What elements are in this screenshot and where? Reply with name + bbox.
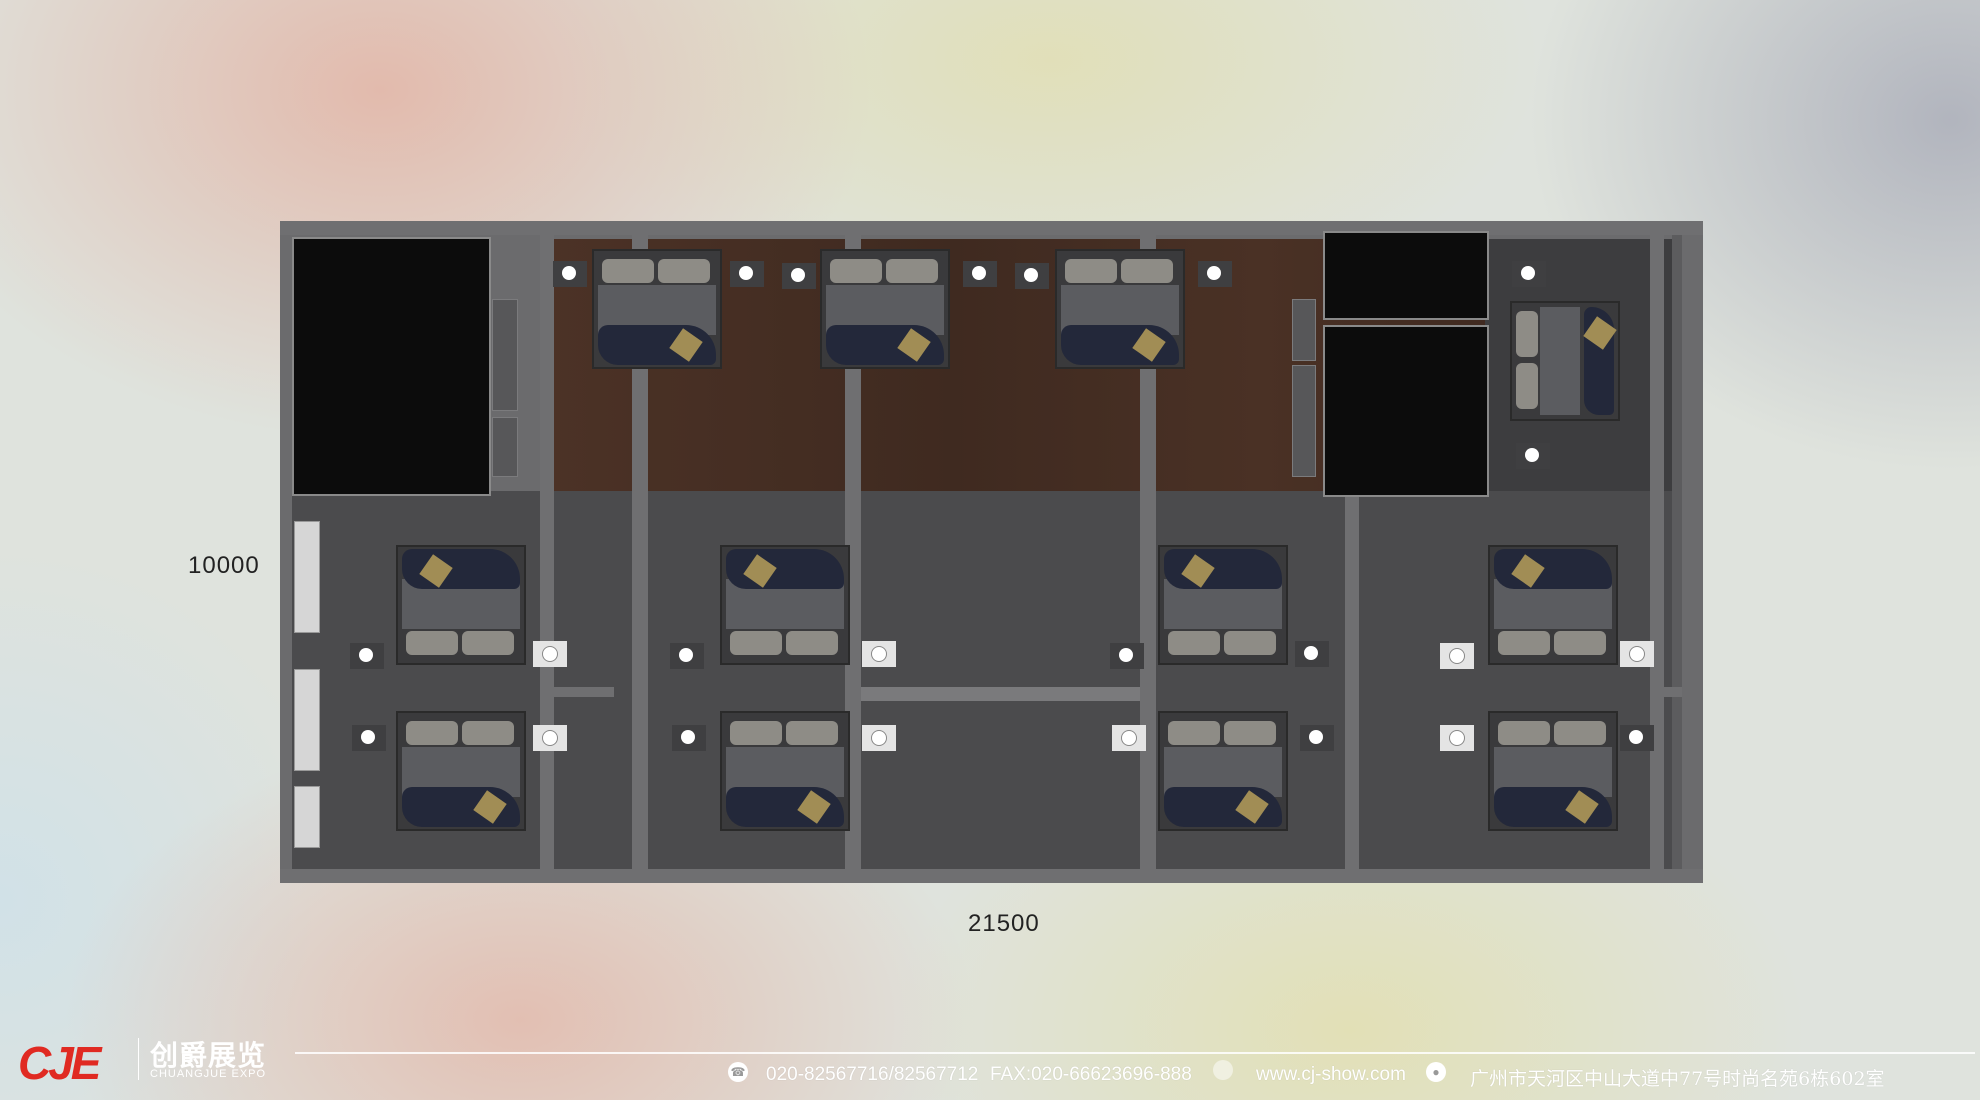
lamp — [1512, 261, 1546, 287]
bed — [396, 545, 526, 665]
lamp — [1198, 261, 1232, 287]
bed — [1055, 249, 1185, 369]
footer-website[interactable]: www.cj-show.com — [1256, 1064, 1406, 1086]
lamp — [782, 263, 816, 289]
lamp — [1112, 725, 1146, 751]
width-dimension-label: 21500 — [968, 910, 1040, 937]
lamp — [1620, 641, 1654, 667]
bed — [720, 711, 850, 831]
footer-divider — [295, 1052, 1975, 1054]
lamp — [1300, 725, 1334, 751]
wall-top — [280, 221, 1703, 235]
lamp — [350, 643, 384, 669]
lamp — [352, 725, 386, 751]
lamp — [553, 261, 587, 287]
wardrobe-1 — [294, 521, 320, 633]
partition-1 — [540, 235, 554, 869]
partition-7 — [1672, 235, 1682, 869]
footer-phone: 020-82567716/82567712 — [766, 1064, 979, 1085]
footer-fax: FAX:020-66623696-888 — [990, 1064, 1192, 1085]
black-block-right-bottom — [1323, 325, 1489, 497]
bed — [1158, 545, 1288, 665]
lamp — [1516, 443, 1550, 469]
black-block-left — [292, 237, 491, 496]
lamp — [1015, 263, 1049, 289]
cabinet-4 — [1292, 365, 1316, 477]
cabinet-1 — [492, 299, 518, 411]
divider-b — [861, 687, 1140, 701]
bed — [1488, 711, 1618, 831]
lamp — [672, 725, 706, 751]
lamp — [1295, 641, 1329, 667]
logo-separator — [138, 1038, 139, 1080]
lamp — [1440, 643, 1474, 669]
black-block-right-top — [1323, 231, 1489, 320]
lamp — [963, 261, 997, 287]
lamp — [533, 641, 567, 667]
lamp — [670, 643, 704, 669]
bed — [820, 249, 950, 369]
divider-a — [554, 687, 614, 697]
lamp — [1440, 725, 1474, 751]
brand-logo: CJE — [18, 1037, 102, 1089]
lamp — [1110, 643, 1144, 669]
lamp — [533, 725, 567, 751]
lamp — [862, 725, 896, 751]
bed — [720, 545, 850, 665]
phone-icon: ☎ — [728, 1062, 748, 1082]
lamp — [862, 641, 896, 667]
location-pin-icon: ● — [1426, 1062, 1446, 1082]
lamp — [1620, 725, 1654, 751]
bed — [396, 711, 526, 831]
partition-6 — [1650, 235, 1664, 869]
wardrobe-3 — [294, 786, 320, 848]
brand-name-en: CHUANGJUE EXPO — [150, 1068, 267, 1080]
globe-icon — [1213, 1060, 1233, 1080]
bed — [1510, 301, 1620, 421]
height-dimension-label: 10000 — [188, 552, 260, 579]
divider-c — [1664, 687, 1682, 697]
bed — [592, 249, 722, 369]
cabinet-2 — [492, 417, 518, 477]
cabinet-3 — [1292, 299, 1316, 361]
wall-bottom — [280, 869, 1703, 883]
bed — [1488, 545, 1618, 665]
footer-address: 广州市天河区中山大道中77号时尚名苑6栋602室 — [1470, 1068, 1885, 1090]
partition-5 — [1345, 491, 1359, 869]
lamp — [730, 261, 764, 287]
bed — [1158, 711, 1288, 831]
wardrobe-2 — [294, 669, 320, 771]
floor-plan — [280, 221, 1703, 883]
